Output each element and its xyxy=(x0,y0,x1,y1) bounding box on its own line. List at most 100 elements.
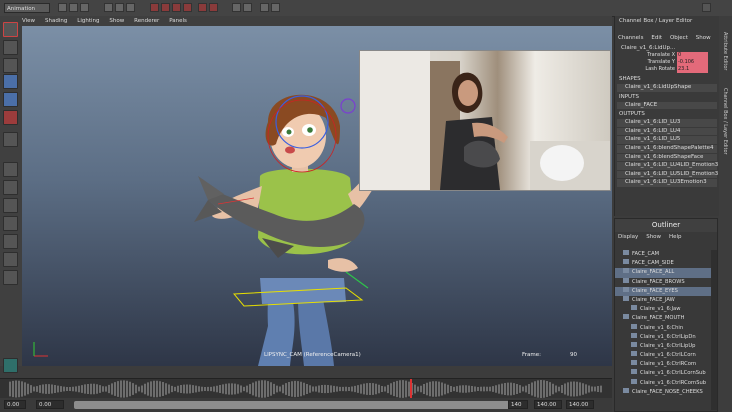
render-frame-icon[interactable] xyxy=(232,3,241,12)
node-icon xyxy=(631,378,637,384)
persp-outliner-layout-icon[interactable] xyxy=(3,198,18,213)
select-by-component-icon[interactable] xyxy=(126,3,135,12)
outliner-item[interactable]: FACE_CAM_SIDE xyxy=(615,259,711,268)
node-icon xyxy=(631,323,637,329)
menu-show[interactable]: Show xyxy=(696,35,711,41)
output-node[interactable]: Claire_v1_6:blendShapePalette4 xyxy=(617,144,717,153)
selected-object-name[interactable]: Claire_v1_6:LidUp... xyxy=(615,44,719,52)
output-node[interactable]: Claire_v1_6:blendShapeFace xyxy=(617,153,717,162)
attribute-value[interactable]: -0.106 xyxy=(677,59,708,66)
menu-set-dropdown[interactable]: Animation xyxy=(4,3,50,13)
new-scene-icon[interactable] xyxy=(58,3,67,12)
outliner-item[interactable]: Claire_FACE_NOSE_CHEEKS xyxy=(615,387,711,397)
input-node[interactable]: Claire_FACE xyxy=(617,101,717,110)
select-by-hierarchy-icon[interactable] xyxy=(104,3,113,12)
menu-object[interactable]: Object xyxy=(670,35,688,41)
reference-video-plane xyxy=(359,50,611,191)
outliner-item[interactable]: Claire_FACE_BROWS xyxy=(615,277,711,287)
output-node[interactable]: Claire_v1_6:LID_LU3 xyxy=(617,119,717,127)
end-time-field[interactable]: 140.00 xyxy=(534,400,562,409)
snap-plane-icon[interactable] xyxy=(183,3,192,12)
outliner-item-label: Claire_v1_6:Chin xyxy=(640,324,684,331)
outliner-item[interactable]: Claire_v1_6:CtrlRCorn xyxy=(615,360,711,369)
outliner-item[interactable]: Claire_v1_6:Jaw xyxy=(615,305,711,314)
output-node[interactable]: Claire_v1_6:LID_LU4 xyxy=(617,127,717,136)
outliner-item-label: Claire_v1_6:CtrlLCorn xyxy=(640,352,696,359)
four-view-layout-icon[interactable] xyxy=(3,180,18,195)
range-slider-handle[interactable] xyxy=(74,401,524,409)
lasso-tool-icon[interactable] xyxy=(3,40,18,55)
snap-curve-icon[interactable] xyxy=(161,3,170,12)
node-icon xyxy=(623,314,629,320)
shape-node[interactable]: Claire_v1_6:LidUpShape xyxy=(617,84,717,92)
panel-menu-renderer[interactable]: Renderer xyxy=(134,16,159,26)
side-tab-strip: Attribute Editor Channel Box / Layer Edi… xyxy=(719,16,732,412)
menu-show[interactable]: Show xyxy=(646,233,661,242)
render-settings-icon[interactable] xyxy=(260,3,269,12)
outliner-item-label: Claire_FACE_NOSE_CHEEKS xyxy=(632,388,703,395)
attribute-row[interactable]: Translate X0 xyxy=(615,52,719,59)
output-node[interactable]: Claire_v1_6:LID_LU4LID_Emotion3 xyxy=(617,162,718,170)
history-icon[interactable] xyxy=(198,3,207,12)
rotate-tool-icon[interactable] xyxy=(3,92,18,107)
attribute-editor-toggle-icon[interactable] xyxy=(702,3,711,12)
save-scene-icon[interactable] xyxy=(80,3,89,12)
select-by-object-icon[interactable] xyxy=(115,3,124,12)
playback-start-field[interactable]: 0.00 xyxy=(36,400,64,409)
ipr-render-icon[interactable] xyxy=(243,3,252,12)
output-node[interactable]: Claire_v1_6:LID_LU5LID_Emotion3 xyxy=(617,170,718,179)
outliner-item[interactable]: Claire_FACE_EYES xyxy=(615,286,711,296)
select-tool-icon[interactable] xyxy=(3,22,18,37)
animation-end-field[interactable]: 140.00 xyxy=(566,400,594,409)
maya-logo-icon xyxy=(3,358,18,373)
menu-channels[interactable]: Channels xyxy=(618,35,643,41)
outliner-item[interactable]: Claire_FACE_ALL xyxy=(615,268,711,278)
output-node[interactable]: Claire_v1_6:LID_LU3Emotion3 xyxy=(617,179,717,187)
outliner-item[interactable]: Claire_v1_6:CtrlLipUp xyxy=(615,341,711,351)
panel-menu-shading[interactable]: Shading xyxy=(45,16,67,26)
script-editor-layout-icon[interactable] xyxy=(3,252,18,267)
time-slider[interactable] xyxy=(0,378,612,399)
panel-menu-show[interactable]: Show xyxy=(109,16,124,26)
construction-icon[interactable] xyxy=(209,3,218,12)
panel-menu-view[interactable]: View xyxy=(22,16,35,26)
menu-help[interactable]: Help xyxy=(669,233,682,242)
outliner-item[interactable]: Claire_v1_6:CtrlRCornSub xyxy=(615,378,711,388)
outliner-item[interactable]: Claire_FACE_JAW xyxy=(615,295,711,305)
hypershade-icon[interactable] xyxy=(271,3,280,12)
snap-grid-icon[interactable] xyxy=(150,3,159,12)
start-time-field[interactable]: 0.00 xyxy=(4,400,26,409)
outliner-item[interactable]: Claire_v1_6:Chin xyxy=(615,323,711,333)
attribute-row[interactable]: Translate Y -0.106 xyxy=(615,59,719,66)
attribute-row[interactable]: Lash Rotate 23.1 xyxy=(615,66,719,73)
menu-display[interactable]: Display xyxy=(618,233,638,242)
outliner-item-label: Claire_v1_6:CtrlRCornSub xyxy=(640,379,707,386)
open-scene-icon[interactable] xyxy=(69,3,78,12)
paint-select-tool-icon[interactable] xyxy=(3,58,18,73)
move-tool-icon[interactable] xyxy=(3,74,18,89)
tab-attribute-editor[interactable]: Attribute Editor xyxy=(722,32,728,70)
hypershade-layout-icon[interactable] xyxy=(3,234,18,249)
playback-end-field[interactable]: 140 xyxy=(508,400,528,409)
outliner-scrollbar[interactable] xyxy=(711,250,717,410)
outliner-item[interactable]: Claire_v1_6:CtrlLipDn xyxy=(615,332,711,342)
output-node[interactable]: Claire_v1_6:LID_LU5 xyxy=(617,136,717,144)
panel-menu-panels[interactable]: Panels xyxy=(169,16,187,26)
outliner-item[interactable]: Claire_v1_6:CtrlLCornSub xyxy=(615,369,711,378)
outliner-item[interactable]: Claire_v1_6:CtrlLCorn xyxy=(615,351,711,360)
attribute-value[interactable]: 0 xyxy=(677,52,708,59)
single-perspective-layout-icon[interactable] xyxy=(3,162,18,177)
node-icon xyxy=(623,250,629,255)
custom-layout-icon[interactable] xyxy=(3,270,18,285)
scale-tool-icon[interactable] xyxy=(3,110,18,125)
graph-editor-layout-icon[interactable] xyxy=(3,216,18,231)
menu-edit[interactable]: Edit xyxy=(651,35,662,41)
panel-menu-lighting[interactable]: Lighting xyxy=(77,16,99,26)
tab-channel-box[interactable]: Channel Box / Layer Editor xyxy=(722,88,728,155)
snap-point-icon[interactable] xyxy=(172,3,181,12)
last-tool-icon[interactable] xyxy=(3,132,18,147)
node-icon xyxy=(623,286,629,292)
outliner-item[interactable]: FACE_CAM xyxy=(615,250,711,259)
outliner-item[interactable]: Claire_FACE_MOUTH xyxy=(615,314,711,323)
attribute-value[interactable]: 23.1 xyxy=(677,66,708,73)
